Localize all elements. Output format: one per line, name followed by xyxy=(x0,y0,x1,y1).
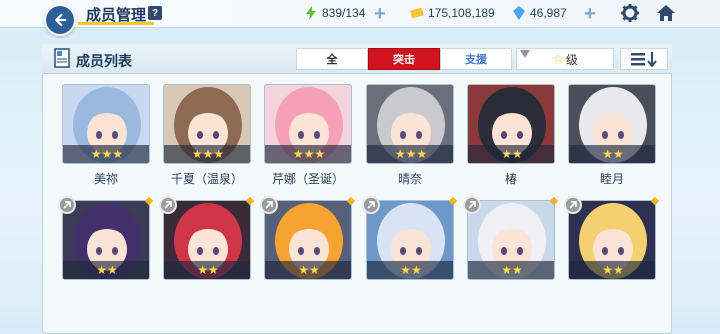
dropdown-triangle-icon xyxy=(520,50,530,58)
member-name: 芹娜（圣诞） xyxy=(271,172,344,186)
gear-icon[interactable] xyxy=(620,3,640,23)
member-card[interactable]: ★★★ xyxy=(366,84,454,164)
member-stars: ★★★ xyxy=(265,145,351,163)
member-card[interactable]: ★★ xyxy=(467,200,555,280)
member-name: 千夏（温泉） xyxy=(170,172,243,186)
lock-icon xyxy=(260,196,278,214)
member-stars: ★★ xyxy=(569,145,655,163)
member-card[interactable]: ★★ xyxy=(163,200,251,280)
gems-value: 46,987 xyxy=(530,6,567,20)
star-icon: ☆ xyxy=(552,51,564,66)
sort-order-button[interactable] xyxy=(620,48,668,70)
member-stars: ★★ xyxy=(468,261,554,279)
member-stars: ★★★ xyxy=(164,145,250,163)
member-stars: ★★ xyxy=(569,261,655,279)
home-icon[interactable] xyxy=(656,3,676,23)
member-name: 晴奈 xyxy=(397,172,422,186)
gems-counter: 46,987 xyxy=(512,6,567,20)
member-name: 睦月 xyxy=(599,172,624,186)
member-card[interactable]: ★★★ xyxy=(163,84,251,164)
list-icon xyxy=(54,48,70,68)
member-card[interactable]: ★★★ xyxy=(62,84,150,164)
lock-icon xyxy=(159,196,177,214)
gem-icon xyxy=(513,6,525,20)
sort-label: 级 xyxy=(565,52,578,67)
credits-value: 175,108,189 xyxy=(428,6,495,20)
stamina-value: 839/134 xyxy=(322,6,366,20)
member-name: 椿 xyxy=(504,172,517,186)
tab-all[interactable]: 全 xyxy=(296,48,368,70)
member-card[interactable]: ★★ xyxy=(62,200,150,280)
stamina-counter: 839/134 xyxy=(304,6,365,20)
help-icon[interactable]: ? xyxy=(148,6,162,20)
lock-icon xyxy=(564,196,582,214)
member-stars: ★★★ xyxy=(367,145,453,163)
list-title: 成员列表 xyxy=(76,53,132,69)
member-stars: ★★ xyxy=(367,261,453,279)
lock-icon xyxy=(463,196,481,214)
sort-order-icon xyxy=(631,52,657,67)
member-card[interactable]: ★★ xyxy=(467,84,555,164)
member-stars: ★★ xyxy=(468,145,554,163)
tab-striker[interactable]: 突击 xyxy=(368,48,440,70)
stamina-icon xyxy=(306,6,316,20)
member-card[interactable]: ★★ xyxy=(568,84,656,164)
lock-icon xyxy=(362,196,380,214)
lock-icon xyxy=(58,196,76,214)
member-stars: ★★ xyxy=(164,261,250,279)
member-card[interactable]: ★★★ xyxy=(264,84,352,164)
member-stars: ★★ xyxy=(265,261,351,279)
member-card[interactable]: ★★ xyxy=(568,200,656,280)
back-button[interactable] xyxy=(44,4,76,36)
title-underline xyxy=(78,22,154,25)
credits-icon xyxy=(410,7,424,19)
member-card[interactable]: ★★ xyxy=(264,200,352,280)
gems-plus-icon[interactable]: + xyxy=(584,3,596,26)
credits-counter: 175,108,189 xyxy=(410,6,495,20)
member-stars: ★★ xyxy=(63,261,149,279)
stamina-plus-icon[interactable]: + xyxy=(374,3,386,26)
member-stars: ★★★ xyxy=(63,145,149,163)
back-arrow-icon xyxy=(55,13,67,27)
tab-support[interactable]: 支援 xyxy=(440,48,512,70)
member-name: 美祢 xyxy=(93,172,118,186)
sort-button[interactable]: ☆ 级 xyxy=(516,48,614,70)
member-card[interactable]: ★★ xyxy=(366,200,454,280)
